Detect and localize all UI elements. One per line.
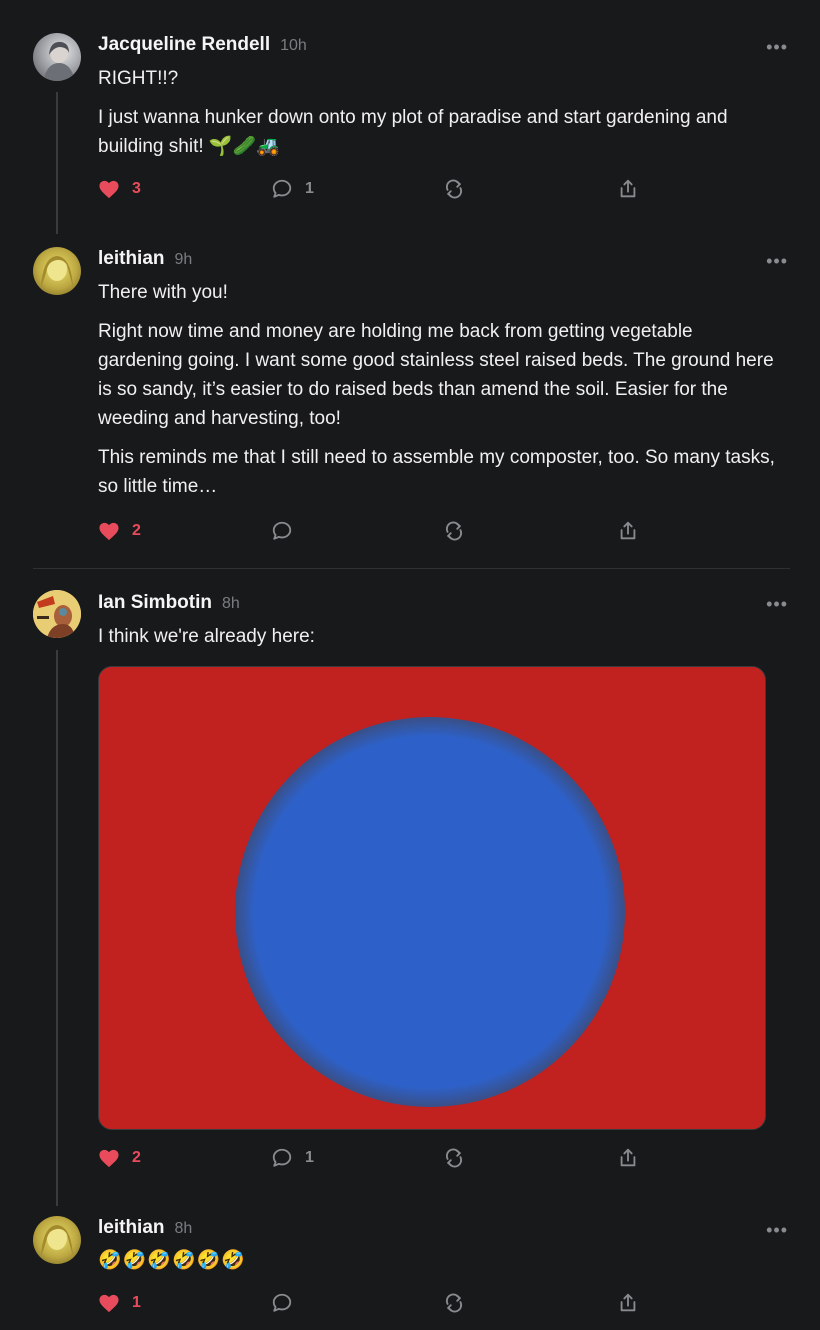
- comment-count: 1: [305, 1149, 314, 1166]
- like-count: 3: [132, 180, 141, 197]
- like-count: 2: [132, 522, 141, 539]
- comment-icon: [272, 1148, 292, 1167]
- comment-button[interactable]: [271, 520, 305, 542]
- comment-paragraph: 🤣🤣🤣🤣🤣🤣: [98, 1250, 246, 1271]
- author-name[interactable]: leithian: [98, 248, 165, 270]
- share-button[interactable]: [617, 178, 639, 200]
- like-button[interactable]: 2: [98, 1148, 141, 1168]
- like-button[interactable]: 1: [98, 1293, 141, 1313]
- share-icon: [620, 521, 636, 540]
- share-button[interactable]: [617, 1147, 639, 1169]
- like-count: 2: [132, 1149, 141, 1166]
- comment-button[interactable]: 1: [271, 1147, 314, 1169]
- comment-body: RIGHT!!? I just wanna hunker down onto m…: [98, 64, 778, 161]
- more-icon[interactable]: •••: [766, 252, 788, 270]
- heart-icon: [99, 1294, 119, 1313]
- comment-icon: [272, 521, 292, 540]
- share-button[interactable]: [617, 1292, 639, 1314]
- comment-paragraph: Right now time and money are holding me …: [98, 321, 774, 429]
- timestamp[interactable]: 9h: [175, 251, 193, 269]
- attached-image[interactable]: [98, 666, 766, 1130]
- share-icon: [620, 1148, 636, 1167]
- like-count: 1: [132, 1294, 141, 1311]
- comment-button[interactable]: 1: [271, 178, 314, 200]
- divider: [33, 568, 790, 569]
- author-name[interactable]: Jacqueline Rendell: [98, 34, 270, 56]
- comment-feed: Jacqueline Rendell 10h RIGHT!!? I just w…: [0, 0, 820, 1330]
- comment-icon: [272, 179, 292, 198]
- more-icon[interactable]: •••: [766, 1221, 788, 1239]
- thread-line: [56, 650, 58, 1206]
- repost-icon: [446, 1148, 462, 1168]
- repost-button[interactable]: [443, 178, 465, 200]
- comment-body: 🤣🤣🤣🤣🤣🤣: [98, 1246, 778, 1275]
- share-icon: [620, 1293, 636, 1312]
- more-icon[interactable]: •••: [766, 595, 788, 613]
- comment-paragraph: RIGHT!!?: [98, 68, 179, 89]
- comment-paragraph: There with you!: [98, 282, 228, 303]
- timestamp[interactable]: 8h: [222, 595, 240, 613]
- comment-paragraph: I think we're already here:: [98, 626, 315, 647]
- comment-count: 1: [305, 180, 314, 197]
- repost-icon: [446, 521, 462, 541]
- author-name[interactable]: leithian: [98, 1217, 165, 1239]
- heart-icon: [99, 522, 119, 541]
- like-button[interactable]: 3: [98, 179, 141, 199]
- repost-icon: [446, 1293, 462, 1313]
- comment-paragraph: I just wanna hunker down onto my plot of…: [98, 107, 728, 157]
- comment-paragraph: This reminds me that I still need to ass…: [98, 447, 775, 497]
- timestamp[interactable]: 8h: [175, 1220, 193, 1238]
- repost-button[interactable]: [443, 1292, 465, 1314]
- avatar[interactable]: [33, 1216, 81, 1264]
- like-button[interactable]: 2: [98, 521, 141, 541]
- repost-icon: [446, 179, 462, 199]
- comment-button[interactable]: [271, 1292, 305, 1314]
- comment-body: There with you! Right now time and money…: [98, 278, 778, 501]
- heart-icon: [99, 180, 119, 199]
- avatar[interactable]: [33, 590, 81, 638]
- avatar[interactable]: [33, 247, 81, 295]
- comment-icon: [272, 1293, 292, 1312]
- avatar[interactable]: [33, 33, 81, 81]
- repost-button[interactable]: [443, 520, 465, 542]
- share-icon: [620, 179, 636, 198]
- author-name[interactable]: Ian Simbotin: [98, 592, 212, 614]
- more-icon[interactable]: •••: [766, 38, 788, 56]
- share-button[interactable]: [617, 520, 639, 542]
- thread-line: [56, 92, 58, 234]
- heart-icon: [99, 1149, 119, 1168]
- timestamp[interactable]: 10h: [280, 37, 307, 55]
- comment-body: I think we're already here:: [98, 622, 778, 651]
- repost-button[interactable]: [443, 1147, 465, 1169]
